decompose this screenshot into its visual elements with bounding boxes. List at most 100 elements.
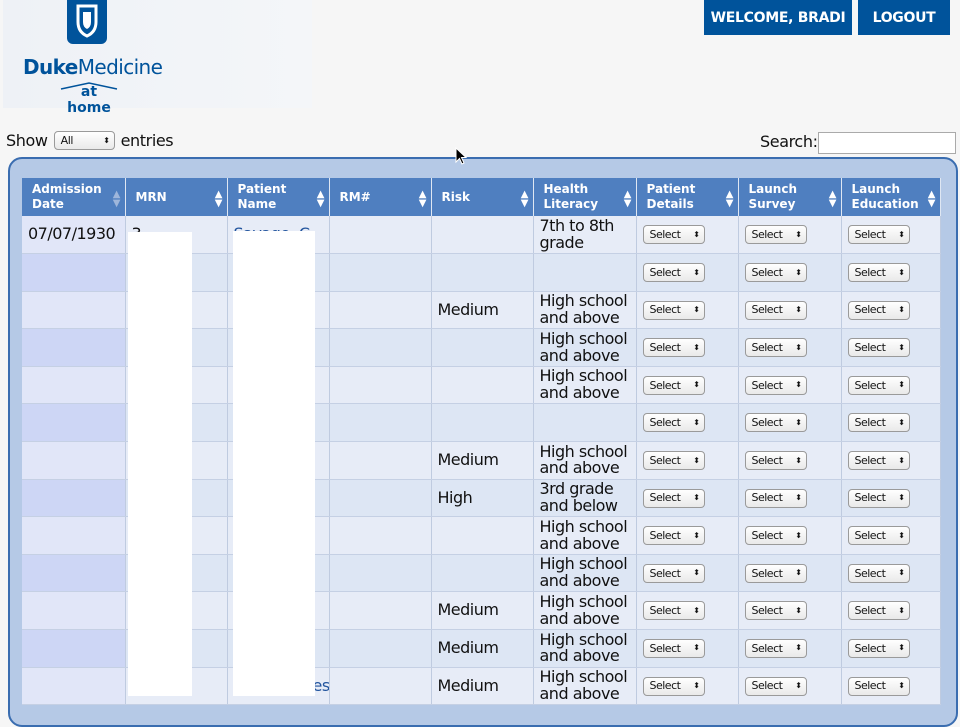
patient-details-select[interactable]: Select ⬍ <box>642 638 705 658</box>
risk-cell <box>431 554 534 593</box>
sort-arrows-icon[interactable]: ▲ ▼ <box>419 190 427 209</box>
health-literacy-cell: High school and above <box>533 667 637 706</box>
launch-survey-select[interactable]: Select ⬍ <box>744 601 807 621</box>
launch-education-cell: Select ⬍ <box>841 291 941 330</box>
launch-survey-select[interactable]: Select ⬍ <box>744 676 807 696</box>
health-literacy-line: and above <box>539 383 620 403</box>
logout-button[interactable]: LOGOUT <box>858 0 950 35</box>
launch-survey-select[interactable]: Select ⬍ <box>744 413 807 433</box>
column-header[interactable]: Health Literacy ▲ ▼ <box>533 178 637 216</box>
updown-arrows-icon: ⬍ <box>795 380 802 390</box>
select-label: Select <box>649 416 681 430</box>
rm-number-cell <box>329 366 432 405</box>
launch-education-select[interactable]: Select ⬍ <box>847 488 910 508</box>
duke-medicine-logo: DukeMedicine at home <box>3 0 312 116</box>
search-input[interactable] <box>818 132 956 154</box>
launch-education-select[interactable]: Select ⬍ <box>847 563 910 583</box>
select-label: Select <box>649 340 681 354</box>
column-header-label: Survey <box>748 197 796 211</box>
column-header[interactable]: Patient Details ▲ ▼ <box>636 178 739 216</box>
select-label: Select <box>751 604 783 618</box>
launch-education-select[interactable]: Select ⬍ <box>847 451 910 470</box>
launch-education-select[interactable]: Select ⬍ <box>847 300 910 320</box>
select-label: Select <box>649 528 681 542</box>
health-literacy-line: and above <box>539 458 620 478</box>
updown-arrows-icon: ⬍ <box>693 267 700 277</box>
select-label: Select <box>854 340 886 354</box>
updown-arrows-icon: ⬍ <box>795 417 802 427</box>
column-header[interactable]: MRN ▲ ▼ <box>125 178 228 216</box>
updown-arrows-icon: ⬍ <box>693 455 700 465</box>
column-header[interactable]: Launch Survey ▲ ▼ <box>738 178 842 216</box>
sort-arrows-icon[interactable]: ▲ ▼ <box>317 190 325 209</box>
risk-cell: Medium <box>431 441 534 480</box>
patient-details-select[interactable]: Select ⬍ <box>642 225 705 245</box>
launch-education-select[interactable]: Select ⬍ <box>847 601 910 621</box>
column-header[interactable]: Risk ▲ ▼ <box>431 178 534 216</box>
risk-cell: Medium <box>431 667 534 706</box>
select-label: Select <box>854 604 886 618</box>
column-header[interactable]: Admission Date ▲ ▼ <box>22 178 126 216</box>
launch-education-cell: Select ⬍ <box>841 366 941 405</box>
column-header[interactable]: Patient Name ▲ ▼ <box>227 178 330 216</box>
rm-number-cell <box>329 516 432 555</box>
launch-survey-cell: Select ⬍ <box>738 554 842 593</box>
launch-survey-select[interactable]: Select ⬍ <box>744 563 807 583</box>
launch-education-select[interactable]: Select ⬍ <box>847 375 910 395</box>
patient-details-select[interactable]: Select ⬍ <box>642 413 705 433</box>
sort-arrows-icon[interactable]: ▲ ▼ <box>726 190 734 209</box>
column-header[interactable]: Launch Education ▲ ▼ <box>841 178 941 216</box>
redaction-block-name <box>233 231 315 696</box>
launch-survey-select[interactable]: Select ⬍ <box>744 263 807 283</box>
patient-details-select[interactable]: Select ⬍ <box>642 526 705 546</box>
sort-arrows-icon[interactable]: ▲ ▼ <box>113 190 121 209</box>
sort-arrows-icon[interactable]: ▲ ▼ <box>829 190 837 209</box>
patient-details-select[interactable]: Select ⬍ <box>642 375 705 395</box>
duke-shield-icon <box>67 0 107 44</box>
sort-arrows-icon[interactable]: ▲ ▼ <box>215 190 223 209</box>
select-label: Select <box>751 528 783 542</box>
patient-details-select[interactable]: Select ⬍ <box>642 601 705 621</box>
search-label: Search: <box>760 132 818 151</box>
updown-arrows-icon: ⬍ <box>795 267 802 277</box>
patient-details-select[interactable]: Select ⬍ <box>642 676 705 696</box>
launch-survey-select[interactable]: Select ⬍ <box>744 338 807 358</box>
select-label: Select <box>854 453 886 467</box>
updown-arrows-icon: ⬍ <box>898 493 905 503</box>
launch-education-cell: Select ⬍ <box>841 328 941 367</box>
patient-details-select[interactable]: Select ⬍ <box>642 263 705 283</box>
launch-education-select[interactable]: Select ⬍ <box>847 413 910 433</box>
launch-survey-select[interactable]: Select ⬍ <box>744 225 807 245</box>
launch-survey-select[interactable]: Select ⬍ <box>744 375 807 395</box>
rm-number-cell <box>329 441 432 480</box>
launch-survey-select[interactable]: Select ⬍ <box>744 451 807 470</box>
sort-arrows-icon[interactable]: ▲ ▼ <box>928 190 936 209</box>
patient-details-cell: Select ⬍ <box>636 667 739 706</box>
launch-survey-select[interactable]: Select ⬍ <box>744 638 807 658</box>
patient-details-select[interactable]: Select ⬍ <box>642 338 705 358</box>
sort-arrows-icon[interactable]: ▲ ▼ <box>624 190 632 209</box>
patient-details-select[interactable]: Select ⬍ <box>642 563 705 583</box>
launch-education-select[interactable]: Select ⬍ <box>847 263 910 283</box>
entries-select[interactable]: All ⬍ <box>53 131 115 150</box>
launch-education-select[interactable]: Select ⬍ <box>847 638 910 658</box>
launch-education-select[interactable]: Select ⬍ <box>847 526 910 546</box>
patient-details-select[interactable]: Select ⬍ <box>642 300 705 320</box>
sort-arrows-icon[interactable]: ▲ ▼ <box>521 190 529 209</box>
launch-survey-select[interactable]: Select ⬍ <box>744 526 807 546</box>
launch-survey-select[interactable]: Select ⬍ <box>744 300 807 320</box>
updown-arrows-icon: ⬍ <box>795 229 802 239</box>
updown-arrows-icon: ⬍ <box>898 643 905 653</box>
column-header[interactable]: RM# ▲ ▼ <box>329 178 432 216</box>
launch-education-select[interactable]: Select ⬍ <box>847 676 910 696</box>
launch-education-select[interactable]: Select ⬍ <box>847 338 910 358</box>
welcome-user-button[interactable]: WELCOME, BRADI <box>704 0 852 35</box>
select-label: Select <box>751 679 783 693</box>
rm-number-cell <box>329 216 432 255</box>
launch-survey-select[interactable]: Select ⬍ <box>744 488 807 508</box>
patient-details-select[interactable]: Select ⬍ <box>642 451 705 470</box>
launch-survey-cell: Select ⬍ <box>738 291 842 330</box>
launch-education-select[interactable]: Select ⬍ <box>847 225 910 245</box>
column-header-label: Launch <box>851 182 901 196</box>
patient-details-select[interactable]: Select ⬍ <box>642 488 705 508</box>
